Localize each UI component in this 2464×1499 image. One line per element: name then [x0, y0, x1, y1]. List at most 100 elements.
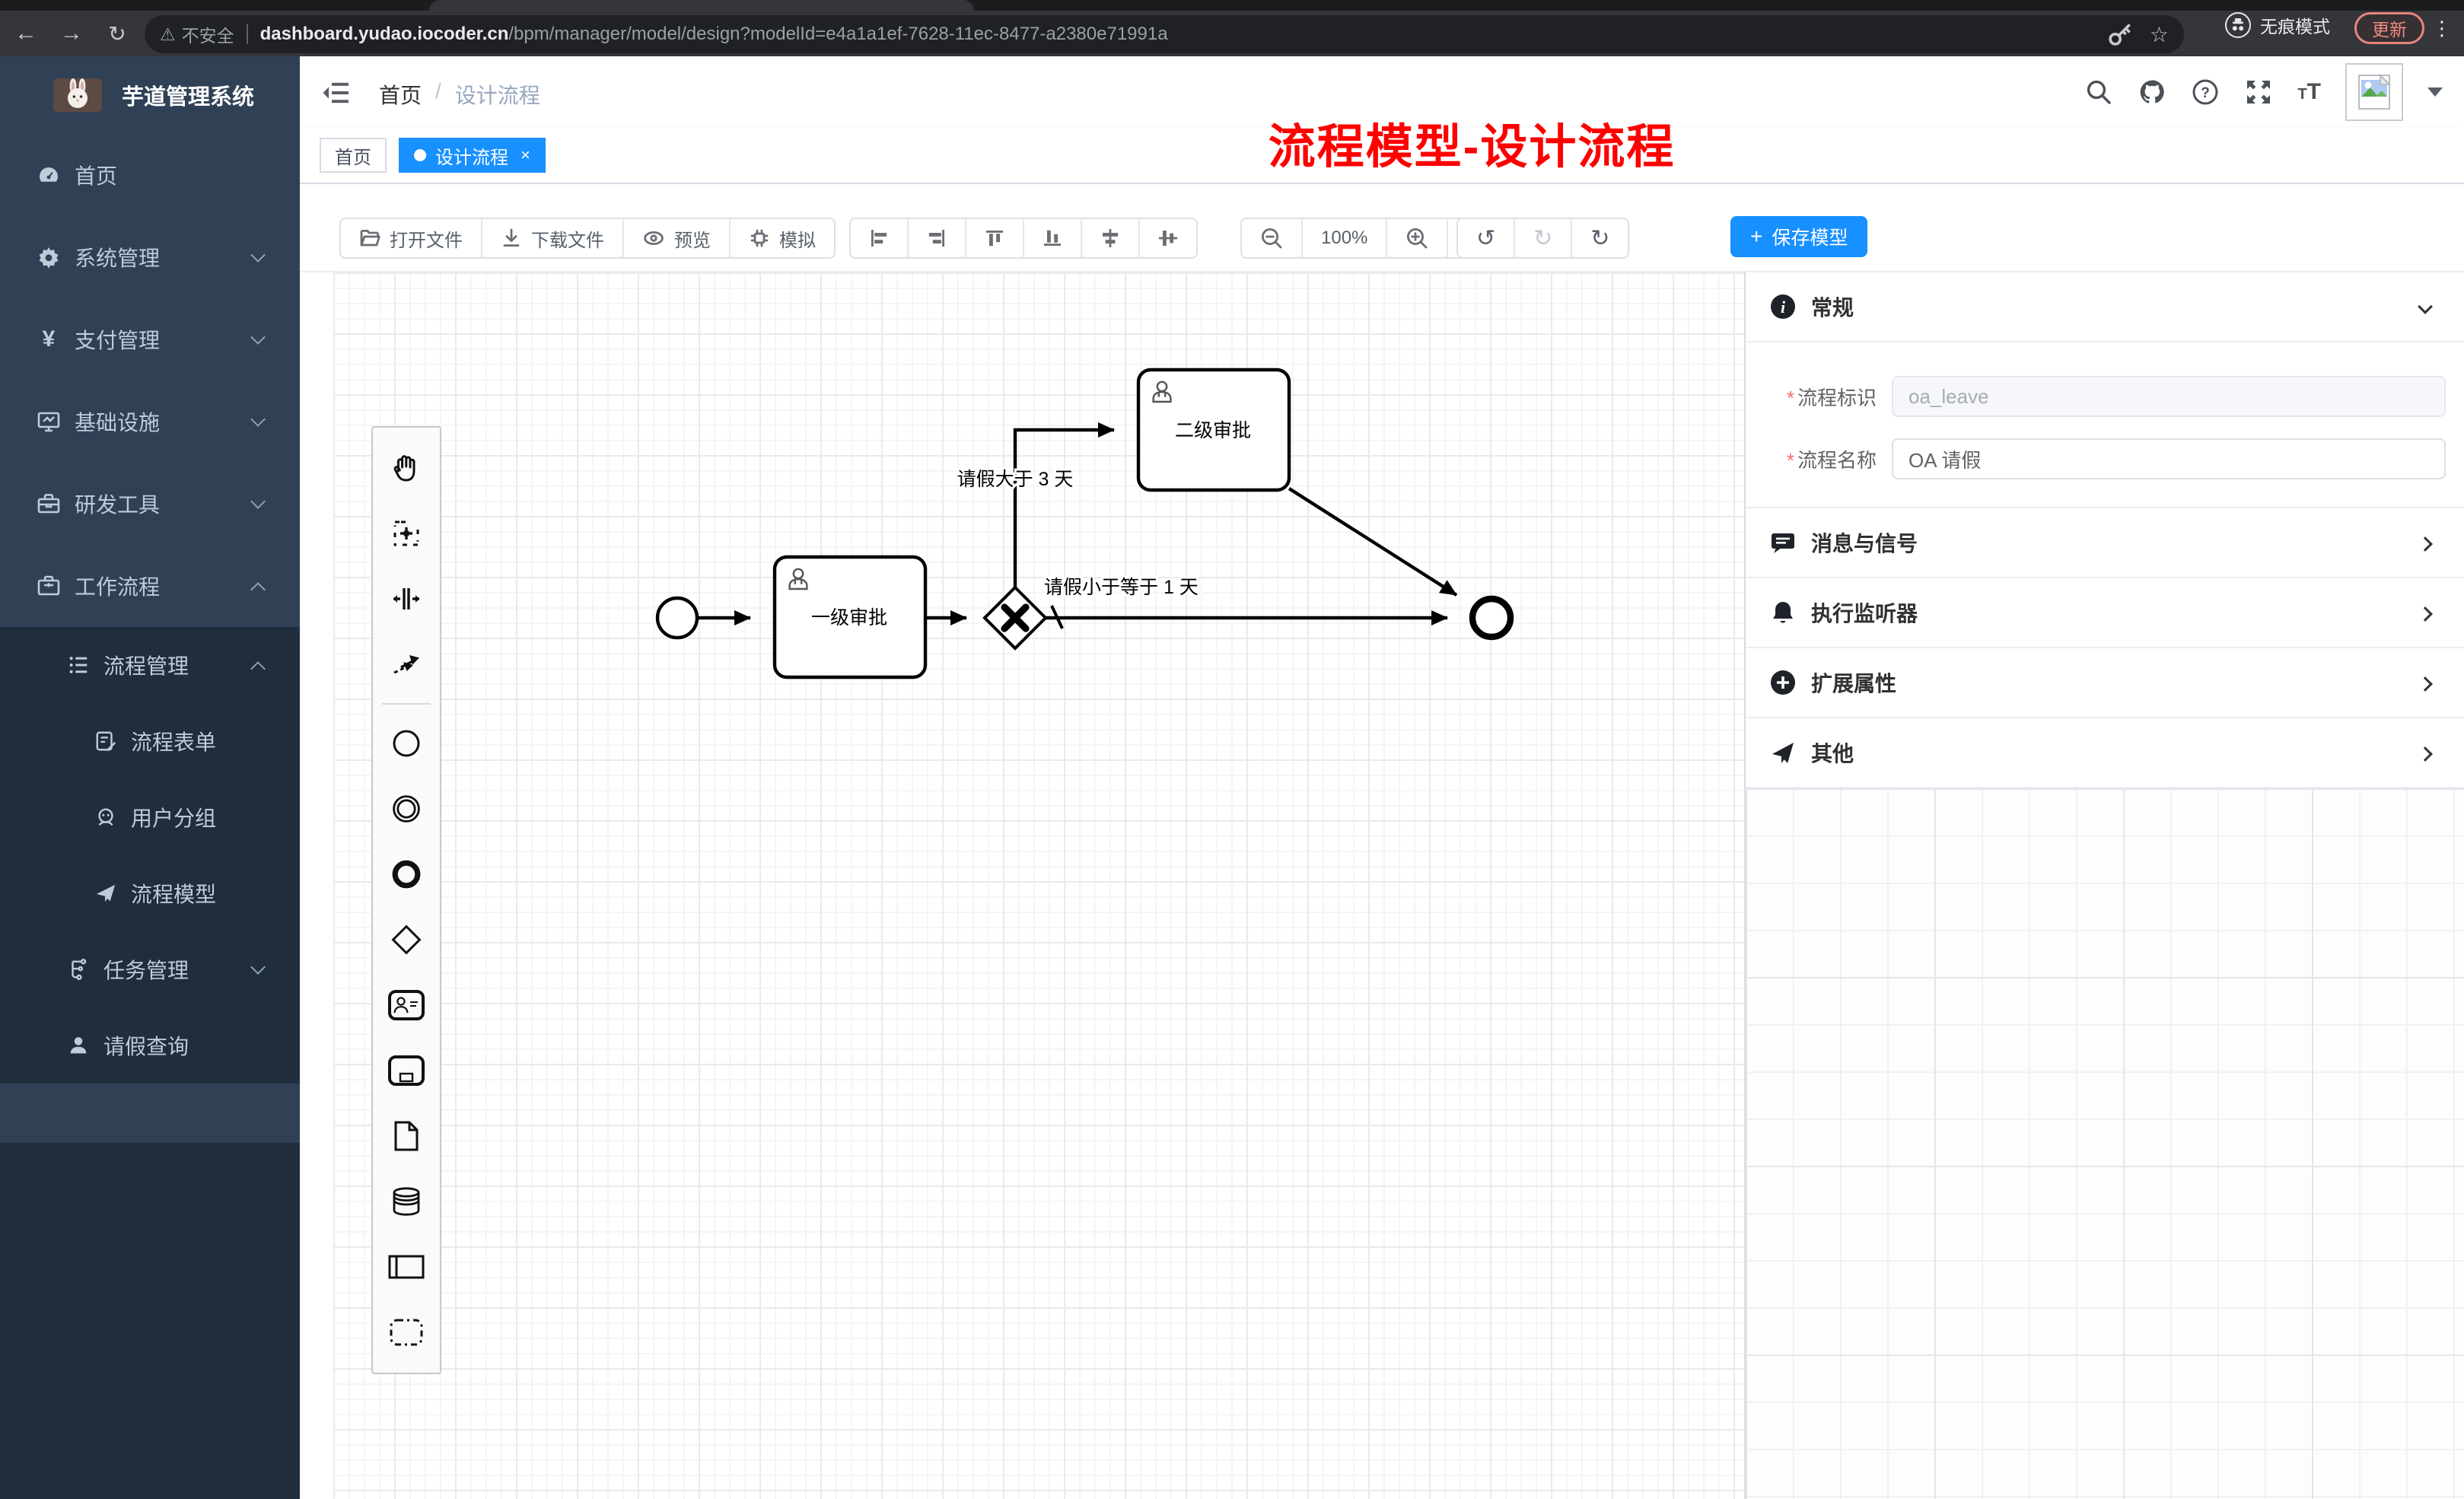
sidebar-item-infra[interactable]: 基础设施 [0, 380, 300, 463]
create-subprocess[interactable] [373, 1038, 440, 1103]
sidebar-item-process-form[interactable]: 流程表单 [0, 703, 300, 779]
flow-gateway-to-task2[interactable] [1015, 430, 1114, 587]
open-file-button[interactable]: 打开文件 [341, 219, 482, 257]
process-name-input[interactable] [1892, 438, 2446, 479]
create-gateway[interactable] [373, 907, 440, 972]
url-host: dashboard.yudao.iocoder.cn [260, 24, 509, 44]
yen-icon: ¥ [37, 327, 61, 352]
send-icon [1770, 740, 1796, 765]
section-other[interactable]: 其他 [1746, 718, 2464, 788]
fold-menu-icon[interactable] [321, 78, 352, 108]
app-logo-row[interactable]: 芋道管理系统 [0, 56, 300, 134]
person-icon [67, 1034, 90, 1057]
zoom-out-button[interactable] [1242, 219, 1303, 257]
address-bar[interactable]: ⚠ 不安全 dashboard.yudao.iocoder.cn/bpm/man… [145, 15, 2184, 53]
breadcrumb-home[interactable]: 首页 [379, 79, 422, 110]
sidebar-item-label: 工作流程 [75, 571, 160, 601]
section-title: 消息与信号 [1811, 527, 1918, 558]
process-key-input[interactable] [1892, 376, 2446, 417]
key-icon[interactable] [2106, 20, 2135, 49]
fullscreen-icon[interactable] [2244, 78, 2273, 107]
back-icon[interactable]: ← [12, 21, 40, 46]
flow-label-gt3: 请假大于 3 天 [957, 469, 1074, 490]
sidebar-item-system[interactable]: 系统管理 [0, 216, 300, 298]
reload-icon[interactable]: ↻ [103, 21, 131, 46]
align-top-button[interactable] [966, 219, 1024, 257]
sidebar-item-payment[interactable]: ¥ 支付管理 [0, 298, 300, 380]
sidebar-item-workflow[interactable]: 工作流程 [0, 545, 300, 627]
simulate-button[interactable]: 模拟 [731, 219, 834, 257]
tag-home[interactable]: 首页 [320, 138, 387, 173]
search-icon[interactable] [2084, 78, 2113, 107]
lasso-tool[interactable] [373, 501, 440, 566]
create-start-event[interactable] [373, 711, 440, 776]
bpmn-canvas[interactable]: 一级审批 二级审批 请假大于 3 天 请假小于等于 1 天 [300, 271, 2464, 1499]
security-indicator[interactable]: ⚠ 不安全 [160, 21, 234, 47]
sidebar-item-home[interactable]: 首页 [0, 134, 300, 216]
github-icon[interactable] [2138, 78, 2166, 107]
create-intermediate-event[interactable] [373, 776, 440, 842]
start-event[interactable] [657, 598, 697, 638]
bookmark-star-icon[interactable]: ☆ [2150, 22, 2169, 47]
zoom-level-value: 100% [1321, 228, 1367, 249]
section-execution-listener[interactable]: 执行监听器 [1746, 578, 2464, 648]
undo-button[interactable]: ↺ [1458, 219, 1515, 257]
list-tree-icon [67, 654, 90, 676]
browser-menu-icon[interactable]: ⋮ [2432, 17, 2452, 40]
hand-tool[interactable] [373, 435, 440, 501]
global-connect-tool[interactable] [373, 632, 440, 697]
sidebar-item-label: 任务管理 [103, 954, 189, 985]
help-icon[interactable]: ? [2191, 78, 2220, 107]
zoom-in-button[interactable] [1387, 219, 1448, 257]
save-model-button[interactable]: + 保存模型 [1730, 216, 1867, 257]
monitor-icon [37, 409, 61, 434]
create-data-object[interactable] [373, 1103, 440, 1169]
font-size-icon[interactable]: TT [2297, 79, 2321, 105]
align-center-vertical-button[interactable] [1140, 219, 1196, 257]
divider [247, 24, 248, 44]
forward-icon[interactable]: → [58, 21, 85, 46]
avatar-dropdown-caret-icon[interactable] [2427, 88, 2443, 97]
incognito-badge: 无痕模式 [2225, 12, 2330, 38]
restart-button[interactable]: ↻ [1572, 219, 1628, 257]
align-center-horizontal-button[interactable] [1082, 219, 1140, 257]
align-button-group [849, 218, 1198, 259]
chevron-down-icon [250, 494, 266, 509]
message-icon [1770, 530, 1796, 555]
tag-design-process[interactable]: 设计流程 × [399, 138, 546, 173]
sidebar-item-devtools[interactable]: 研发工具 [0, 463, 300, 545]
sidebar-item-task-mgmt[interactable]: 任务管理 [0, 931, 300, 1007]
browser-active-tab[interactable] [429, 0, 974, 11]
sidebar-item-user-group[interactable]: 用户分组 [0, 779, 300, 855]
sidebar-item-process-model[interactable]: 流程模型 [0, 855, 300, 931]
create-group[interactable] [373, 1300, 440, 1365]
create-user-task[interactable] [373, 972, 440, 1038]
align-right-button[interactable] [909, 219, 966, 257]
field-label: *流程名称 [1746, 445, 1892, 473]
section-extended-attributes[interactable]: 扩展属性 [1746, 648, 2464, 718]
sidebar-item-label: 支付管理 [75, 324, 160, 355]
url-text[interactable]: dashboard.yudao.iocoder.cn/bpm/manager/m… [260, 24, 2106, 45]
avatar[interactable] [2345, 63, 2403, 121]
end-event[interactable] [1472, 599, 1511, 637]
update-button[interactable]: 更新 [2354, 12, 2424, 44]
close-icon[interactable]: × [520, 145, 530, 165]
sidebar-item-label: 研发工具 [75, 489, 160, 519]
create-participant[interactable] [373, 1234, 440, 1300]
zoom-level[interactable]: 100% [1303, 219, 1387, 257]
create-data-store[interactable] [373, 1169, 440, 1234]
align-bottom-button[interactable] [1024, 219, 1082, 257]
create-end-event[interactable] [373, 842, 440, 907]
preview-button[interactable]: 预览 [624, 219, 731, 257]
section-general[interactable]: i 常规 [1746, 272, 2464, 342]
sidebar-item-process-mgmt[interactable]: 流程管理 [0, 627, 300, 703]
flow-task2-to-end[interactable] [1289, 489, 1456, 595]
browser-tabstrip [0, 0, 2464, 11]
space-tool[interactable] [373, 566, 440, 632]
redo-button[interactable]: ↻ [1515, 219, 1572, 257]
section-title: 其他 [1811, 737, 1854, 768]
download-file-button[interactable]: 下载文件 [482, 219, 624, 257]
align-left-button[interactable] [851, 219, 909, 257]
section-message-signal[interactable]: 消息与信号 [1746, 508, 2464, 578]
sidebar-item-leave-query[interactable]: 请假查询 [0, 1007, 300, 1084]
